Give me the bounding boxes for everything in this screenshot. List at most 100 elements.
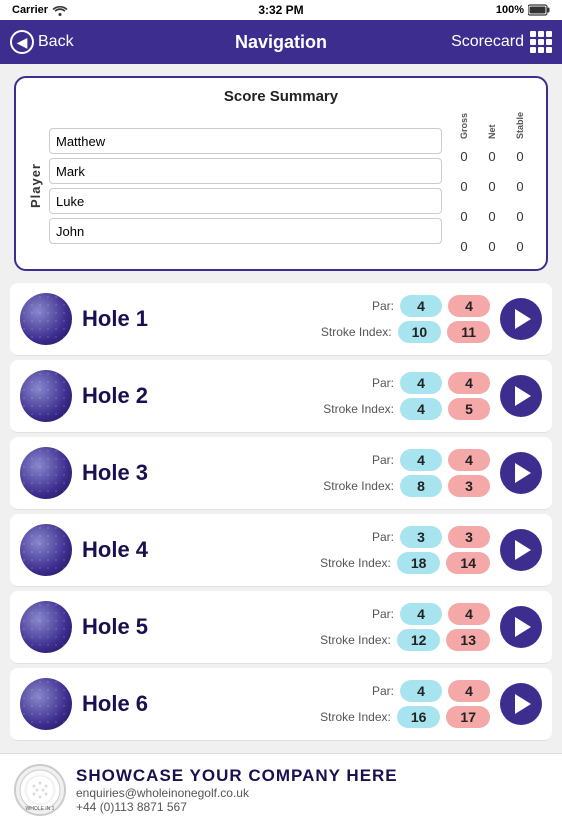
si-blue-2: 4 [400, 398, 442, 420]
si-row-1: Stroke Index: 10 11 [321, 321, 490, 343]
status-time: 3:32 PM [258, 3, 303, 17]
stable-score-4: 0 [506, 233, 534, 259]
net-header: Net [487, 113, 497, 139]
si-pink-6: 17 [446, 706, 490, 728]
play-icon-1 [515, 309, 531, 329]
hole-ball-6 [20, 678, 72, 730]
si-pink-3: 3 [448, 475, 490, 497]
hole-name-2: Hole 2 [82, 383, 162, 409]
si-blue-4: 18 [397, 552, 441, 574]
hole-name-3: Hole 3 [82, 460, 162, 486]
play-icon-5 [515, 617, 531, 637]
par-label-2: Par: [372, 376, 394, 390]
net-score-2: 0 [478, 173, 506, 199]
player-name-input-3[interactable] [49, 188, 442, 214]
player-list [49, 128, 442, 244]
back-label: Back [38, 33, 74, 51]
score-summary-card: Score Summary Player Gro [14, 76, 548, 271]
play-button-2[interactable] [500, 375, 542, 417]
par-row-4: Par: 3 3 [372, 526, 490, 548]
si-pink-2: 5 [448, 398, 490, 420]
par-label-3: Par: [372, 453, 394, 467]
hole-details-4: Par: 3 3 Stroke Index: 18 14 [172, 526, 490, 574]
si-row-6: Stroke Index: 16 17 [320, 706, 490, 728]
par-label-4: Par: [372, 530, 394, 544]
hole-ball-5 [20, 601, 72, 653]
gross-header: Gross [459, 113, 469, 139]
carrier-label: Carrier [12, 4, 48, 16]
stable-score-2: 0 [506, 173, 534, 199]
par-blue-1: 4 [400, 295, 442, 317]
par-label-1: Par: [372, 299, 394, 313]
stable-score-3: 0 [506, 203, 534, 229]
player-name-input-2[interactable] [49, 158, 442, 184]
company-logo: WHOLE IN 1 GOLF [14, 764, 66, 816]
status-left: Carrier [12, 4, 68, 16]
hole-name-4: Hole 4 [82, 537, 162, 563]
golf-logo-icon: WHOLE IN 1 GOLF [18, 768, 62, 812]
nav-bar: ◀ Back Navigation Scorecard [0, 20, 562, 64]
par-row-6: Par: 4 4 [372, 680, 490, 702]
gross-score-4: 0 [450, 233, 478, 259]
net-score-1: 0 [478, 143, 506, 169]
battery-icon [528, 4, 550, 16]
si-label-6: Stroke Index: [320, 710, 391, 724]
status-bar: Carrier 3:32 PM 100% [0, 0, 562, 20]
play-button-5[interactable] [500, 606, 542, 648]
showcase-text: SHOWCASE YOUR COMPANY HERE [76, 766, 548, 786]
holes-list: Hole 1 Par: 4 4 Stroke Index: 10 11 Hole… [0, 283, 562, 745]
hole-details-5: Par: 4 4 Stroke Index: 12 13 [172, 603, 490, 651]
play-button-6[interactable] [500, 683, 542, 725]
par-pink-3: 4 [448, 449, 490, 471]
par-row-2: Par: 4 4 [372, 372, 490, 394]
back-arrow-icon: ◀ [10, 30, 34, 54]
si-pink-5: 13 [446, 629, 490, 651]
footer-banner: WHOLE IN 1 GOLF SHOWCASE YOUR COMPANY HE… [0, 753, 562, 826]
gross-score-1: 0 [450, 143, 478, 169]
play-button-4[interactable] [500, 529, 542, 571]
wifi-icon [52, 5, 68, 16]
scorecard-button[interactable]: Scorecard [451, 31, 552, 53]
si-blue-5: 12 [397, 629, 441, 651]
player-row-1 [49, 128, 442, 154]
par-row-5: Par: 4 4 [372, 603, 490, 625]
footer-text-block: SHOWCASE YOUR COMPANY HERE enquiries@who… [66, 766, 548, 814]
back-button[interactable]: ◀ Back [10, 30, 74, 54]
status-right: 100% [496, 4, 550, 16]
hole-ball-4 [20, 524, 72, 576]
si-pink-1: 11 [447, 321, 490, 343]
si-blue-3: 8 [400, 475, 442, 497]
hole-details-2: Par: 4 4 Stroke Index: 4 5 [172, 372, 490, 420]
si-label-5: Stroke Index: [320, 633, 391, 647]
par-blue-2: 4 [400, 372, 442, 394]
par-label-5: Par: [372, 607, 394, 621]
nav-title: Navigation [235, 32, 327, 53]
enquiry-email: enquiries@wholeinonegolf.co.uk [76, 786, 548, 800]
player-row-3 [49, 188, 442, 214]
play-button-3[interactable] [500, 452, 542, 494]
summary-scores: Gross 0 0 0 0 Net 0 0 0 0 Stable 0 0 0 0 [450, 113, 534, 259]
si-row-2: Stroke Index: 4 5 [323, 398, 490, 420]
par-row-1: Par: 4 4 [372, 295, 490, 317]
play-icon-4 [515, 540, 531, 560]
player-name-input-4[interactable] [49, 218, 442, 244]
score-summary-title: Score Summary [28, 88, 534, 105]
si-blue-6: 16 [397, 706, 441, 728]
hole-name-6: Hole 6 [82, 691, 162, 717]
scorecard-label: Scorecard [451, 33, 524, 51]
scorecard-grid-icon [530, 31, 552, 53]
si-row-3: Stroke Index: 8 3 [323, 475, 490, 497]
si-blue-1: 10 [398, 321, 442, 343]
si-label-2: Stroke Index: [323, 402, 394, 416]
hole-ball-2 [20, 370, 72, 422]
hole-details-3: Par: 4 4 Stroke Index: 8 3 [172, 449, 490, 497]
par-pink-4: 3 [448, 526, 490, 548]
player-name-input-1[interactable] [49, 128, 442, 154]
gross-score-3: 0 [450, 203, 478, 229]
play-button-1[interactable] [500, 298, 542, 340]
player-row-4 [49, 218, 442, 244]
si-row-4: Stroke Index: 18 14 [320, 552, 490, 574]
hole-item-1: Hole 1 Par: 4 4 Stroke Index: 10 11 [10, 283, 552, 356]
hole-details-6: Par: 4 4 Stroke Index: 16 17 [172, 680, 490, 728]
par-blue-3: 4 [400, 449, 442, 471]
